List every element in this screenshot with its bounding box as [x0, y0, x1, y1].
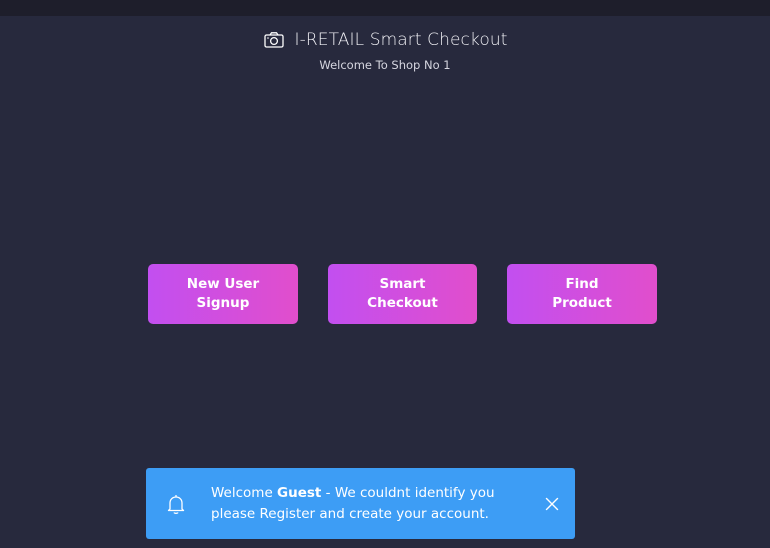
top-bar — [0, 0, 770, 16]
smart-checkout-button[interactable]: Smart Checkout — [328, 264, 477, 324]
button-label-line2: Checkout — [367, 295, 438, 311]
notification-user: Guest — [277, 485, 322, 501]
notification-prefix: Welcome — [211, 485, 278, 501]
notification-banner: Welcome Guest - We couldnt identify you … — [146, 468, 575, 539]
find-product-button[interactable]: Find Product — [507, 264, 657, 324]
camera-icon — [263, 32, 284, 48]
bell-icon — [167, 495, 185, 514]
title-row: I-RETAIL Smart Checkout — [0, 30, 770, 50]
new-user-signup-button[interactable]: New User Signup — [148, 264, 298, 324]
button-label-line2: Product — [552, 295, 612, 311]
close-icon[interactable] — [544, 496, 560, 512]
button-label-line1: Find — [565, 276, 599, 292]
notification-message: Welcome Guest - We couldnt identify you … — [211, 483, 531, 525]
page-subtitle: Welcome To Shop No 1 — [319, 58, 451, 72]
button-label-line1: New User — [186, 276, 260, 292]
page-header: I-RETAIL Smart Checkout Welcome To Shop … — [0, 30, 770, 72]
button-label-line1: Smart — [379, 276, 426, 292]
button-label-line2: Signup — [196, 295, 250, 311]
page-title: I-RETAIL Smart Checkout — [294, 30, 508, 50]
